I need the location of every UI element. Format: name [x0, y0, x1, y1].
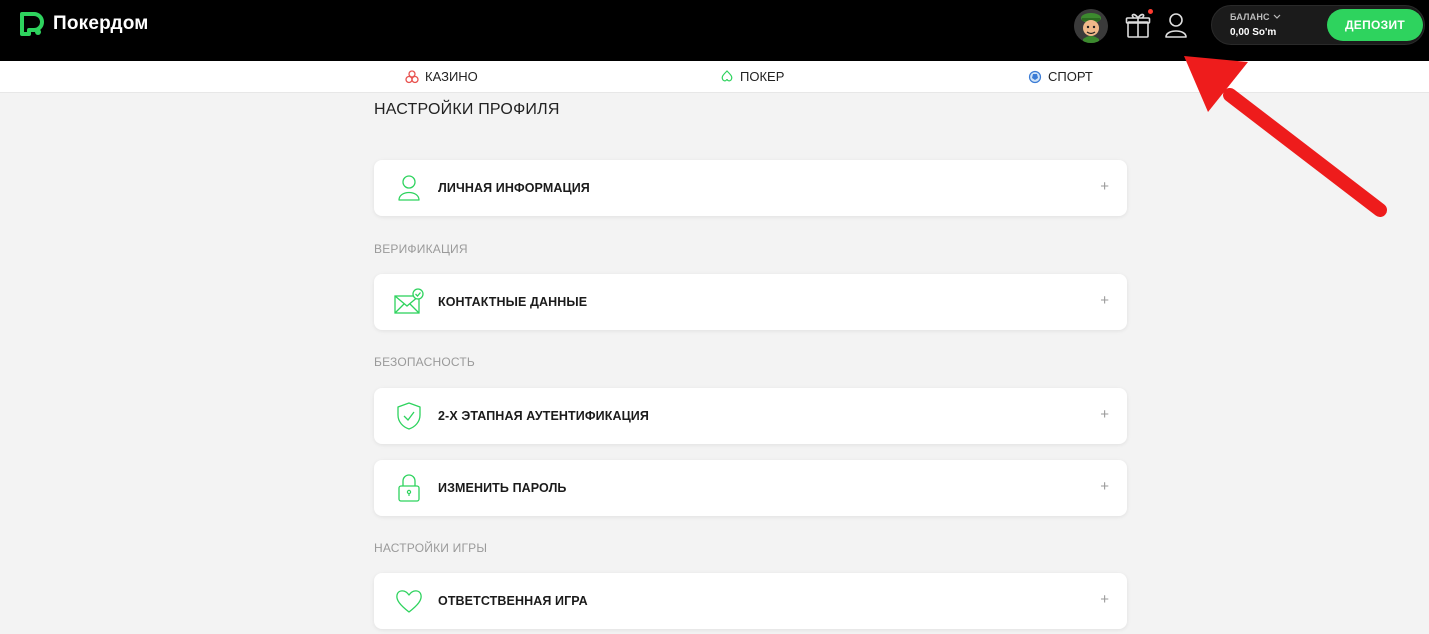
card-label: 2-Х ЭТАПНАЯ АУТЕНТИФИКАЦИЯ [438, 409, 649, 423]
deposit-button[interactable]: ДЕПОЗИТ [1327, 9, 1423, 41]
expand-plus-icon[interactable]: + [1100, 178, 1109, 195]
gift-icon[interactable] [1125, 11, 1151, 39]
section-label-security: БЕЗОПАСНОСТЬ [374, 355, 475, 369]
casino-icon [405, 69, 419, 83]
card-label: ОТВЕТСТВЕННАЯ ИГРА [438, 594, 588, 608]
settings-card-contact-data[interactable]: КОНТАКТНЫЕ ДАННЫЕ + [374, 274, 1127, 330]
card-label: ЛИЧНАЯ ИНФОРМАЦИЯ [438, 181, 590, 195]
card-label: ИЗМЕНИТЬ ПАРОЛЬ [438, 481, 567, 495]
chevron-down-icon [1273, 14, 1281, 19]
nav-label-sport: СПОРТ [1048, 69, 1093, 84]
lock-icon [398, 474, 420, 502]
user-icon[interactable] [1163, 11, 1189, 39]
brand-logo[interactable]: Покердом [19, 11, 149, 37]
heart-icon [396, 590, 422, 613]
expand-plus-icon[interactable]: + [1100, 406, 1109, 423]
shield-check-icon [397, 402, 421, 430]
settings-card-change-password[interactable]: ИЗМЕНИТЬ ПАРОЛЬ + [374, 460, 1127, 516]
balance-value: 0,00 So'm [1230, 27, 1277, 38]
balance-widget[interactable]: БАЛАНС 0,00 So'm ДЕПОЗИТ [1211, 5, 1425, 45]
expand-plus-icon[interactable]: + [1100, 478, 1109, 495]
spade-icon [721, 69, 733, 81]
section-label-game-settings: НАСТРОЙКИ ИГРЫ [374, 541, 488, 555]
nav-item-sport[interactable]: СПОРТ [1028, 69, 1093, 84]
mail-check-icon [394, 288, 424, 314]
main-nav: КАЗИНО ПОКЕР СПОРТ [0, 61, 1429, 93]
pokerdom-logo-icon [20, 12, 44, 36]
expand-plus-icon[interactable]: + [1100, 591, 1109, 608]
expand-plus-icon[interactable]: + [1100, 292, 1109, 309]
section-label-verification: ВЕРИФИКАЦИЯ [374, 242, 468, 256]
settings-card-personal-info[interactable]: ЛИЧНАЯ ИНФОРМАЦИЯ + [374, 160, 1127, 216]
nav-item-poker[interactable]: ПОКЕР [720, 69, 784, 84]
brand-name: Покердом [53, 13, 149, 34]
avatar-icon [1074, 9, 1108, 43]
nav-label-poker: ПОКЕР [740, 69, 785, 84]
balance-label: БАЛАНС [1230, 12, 1281, 22]
settings-card-2fa[interactable]: 2-Х ЭТАПНАЯ АУТЕНТИФИКАЦИЯ + [374, 388, 1127, 444]
top-header: Покердом БАЛАНС 0,00 So'm ДЕПОЗИТ [0, 0, 1429, 61]
user-icon [398, 175, 420, 201]
nav-item-casino[interactable]: КАЗИНО [405, 69, 478, 84]
notification-dot [1148, 9, 1153, 14]
ball-icon [1028, 70, 1042, 83]
card-label: КОНТАКТНЫЕ ДАННЫЕ [438, 295, 588, 309]
settings-card-responsible-gaming[interactable]: ОТВЕТСТВЕННАЯ ИГРА + [374, 573, 1127, 629]
nav-label-casino: КАЗИНО [425, 69, 478, 84]
avatar[interactable] [1074, 9, 1108, 43]
page-title: НАСТРОЙКИ ПРОФИЛЯ [374, 101, 560, 118]
